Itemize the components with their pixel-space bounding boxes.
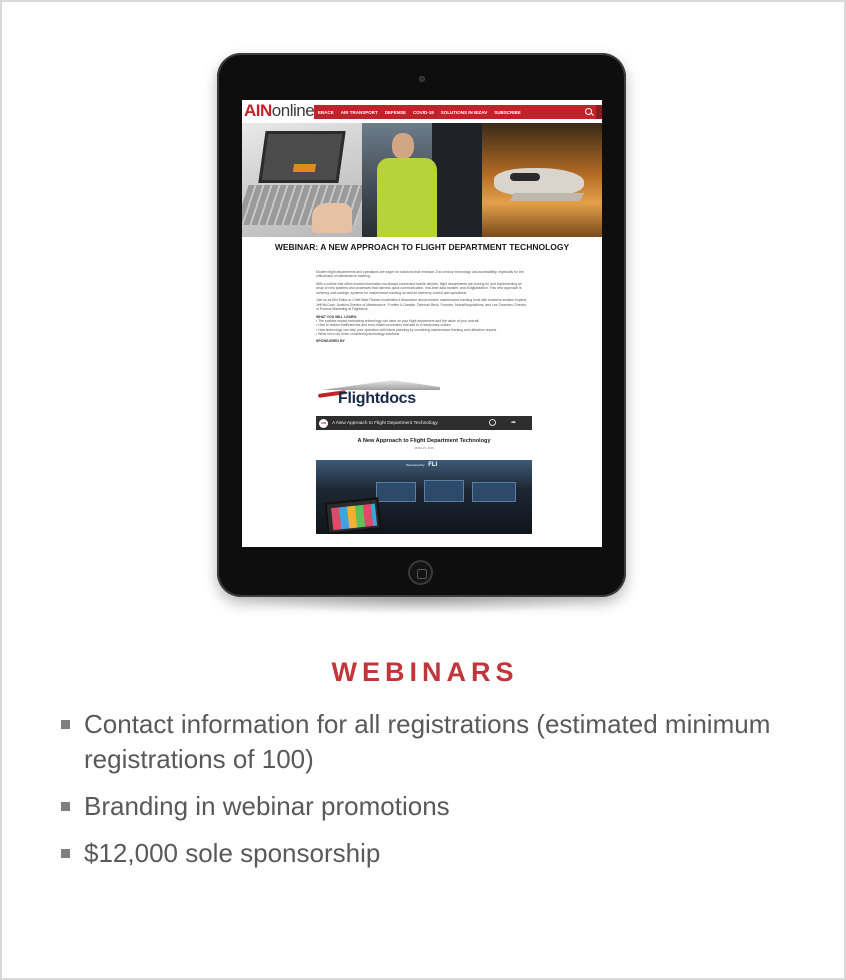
- list-item: Contact information for all registration…: [61, 707, 800, 777]
- plane-icon: [322, 380, 440, 390]
- home-button-icon: [408, 560, 433, 585]
- list-item-text: $12,000 sole sponsorship: [84, 838, 381, 868]
- list-item-text: Branding in webinar promotions: [84, 791, 450, 821]
- nav-item-air-transport[interactable]: AIR TRANSPORT: [341, 110, 378, 115]
- watch-later-icon[interactable]: [489, 419, 496, 426]
- channel-avatar[interactable]: AIN: [319, 418, 328, 428]
- section-title: WEBINARS: [331, 657, 519, 687]
- video-slide: A New Approach to Flight Department Tech…: [316, 430, 532, 460]
- nav-item-subscribe[interactable]: SUBSCRIBE: [494, 110, 521, 115]
- nav-item-defense[interactable]: DEFENSE: [385, 110, 406, 115]
- article-paragraph: Modern flight departments and operations…: [316, 270, 524, 279]
- hero-images: [242, 123, 602, 237]
- site-header: AINonline EBACE AIR TRANSPORT DEFENSE CO…: [242, 100, 602, 122]
- feature-list: Contact information for all registration…: [61, 707, 800, 883]
- logo-ain: AIN: [244, 101, 272, 120]
- logo-online: online: [271, 101, 315, 120]
- tablet-screen: AINonline EBACE AIR TRANSPORT DEFENSE CO…: [242, 100, 602, 547]
- cockpit-image: Sponsored by FLI: [316, 460, 532, 534]
- square-bullet-icon: [61, 720, 70, 729]
- square-bullet-icon: [61, 849, 70, 858]
- search-icon[interactable]: [585, 108, 592, 115]
- laptop-photo: [242, 123, 362, 237]
- learn-list: • The positive impact embracing technolo…: [316, 319, 528, 336]
- flightdocs-logo[interactable]: Flightdocs: [316, 378, 446, 410]
- jet-photo: [482, 123, 602, 237]
- video-sponsor-overlay: Sponsored by FLI: [406, 462, 437, 468]
- nav-item-ebace[interactable]: EBACE: [318, 110, 334, 115]
- overlay-text: Sponsored by: [406, 463, 425, 467]
- overlay-logo: FLI: [428, 462, 438, 468]
- list-item: $12,000 sole sponsorship: [61, 836, 800, 871]
- list-item-text: Contact information for all registration…: [84, 709, 771, 774]
- mechanic-photo: [362, 123, 482, 237]
- nav-item-solutions[interactable]: SOLUTIONS IN BIZAV: [441, 110, 487, 115]
- square-bullet-icon: [61, 802, 70, 811]
- video-title[interactable]: A New Approach to Flight Department Tech…: [332, 421, 438, 426]
- site-nav: EBACE AIR TRANSPORT DEFENSE COVID-19 SOL…: [314, 105, 602, 119]
- menu-icon[interactable]: [596, 105, 602, 119]
- article-paragraph: Join us as AIN Editor-in-Chief Matt Thur…: [316, 298, 527, 312]
- article-paragraph: With a culture that offers instant infor…: [316, 282, 522, 295]
- tablet-device: AINonline EBACE AIR TRANSPORT DEFENSE CO…: [217, 53, 626, 597]
- webinars-card: AINonline EBACE AIR TRANSPORT DEFENSE CO…: [0, 0, 846, 980]
- article-body: Modern flight departments and operations…: [316, 270, 528, 343]
- video-title-bar: AIN A New Approach to Flight Department …: [316, 416, 532, 430]
- slide-title: A New Approach to Flight Department Tech…: [357, 438, 491, 444]
- video-player[interactable]: AIN A New Approach to Flight Department …: [316, 416, 532, 534]
- nav-item-covid[interactable]: COVID-19: [413, 110, 434, 115]
- learn-item: • What not to do when considering techno…: [316, 332, 401, 337]
- ainonline-logo[interactable]: AINonline: [244, 101, 315, 120]
- article-title: WEBINAR: A NEW APPROACH TO FLIGHT DEPART…: [274, 242, 570, 252]
- share-icon[interactable]: ➦: [511, 420, 516, 426]
- sponsored-by-label: SPONSORED BY: [316, 339, 345, 344]
- slide-date: APRIL 23, 2019: [414, 446, 434, 450]
- camera-icon: [419, 76, 425, 82]
- flightdocs-wordmark: Flightdocs: [338, 390, 416, 407]
- tablet-image: [324, 497, 382, 534]
- list-item: Branding in webinar promotions: [61, 789, 800, 824]
